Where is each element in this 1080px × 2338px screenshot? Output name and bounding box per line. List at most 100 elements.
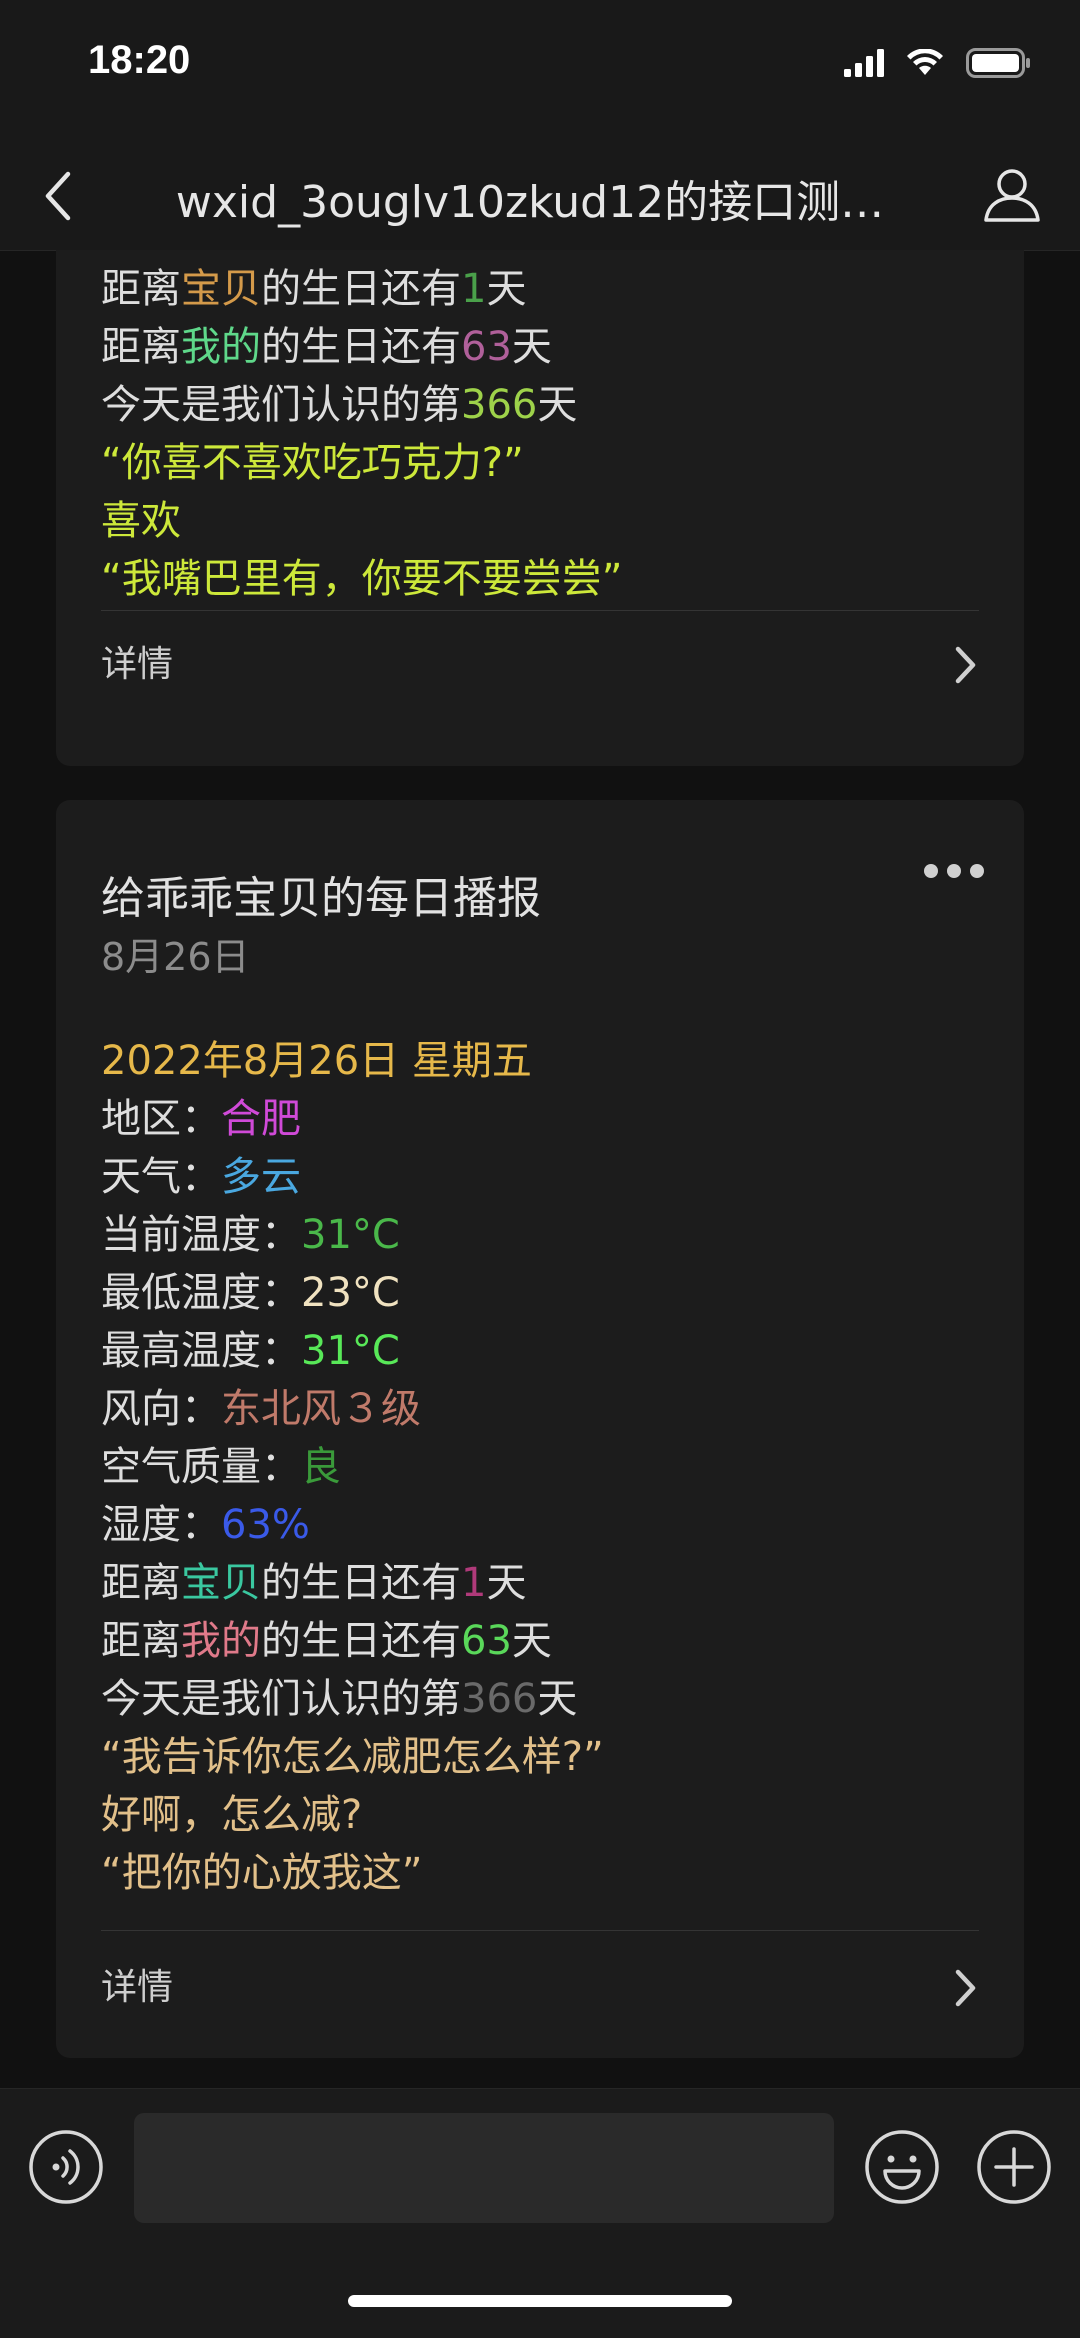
home-indicator: [348, 2295, 732, 2307]
detail-label: 详情: [101, 1967, 174, 2008]
text-segment: 东北风３级: [221, 1386, 421, 1432]
content-line: 最低温度：23°C: [101, 1264, 604, 1322]
text-segment: 天: [511, 1618, 552, 1664]
content-line: 当前温度：31°C: [101, 1206, 604, 1264]
content-line: 今天是我们认识的第366天: [101, 376, 622, 434]
signal-icon: [844, 49, 884, 77]
text-segment: 最高温度：: [101, 1328, 301, 1374]
card-title: 给乖乖宝贝的每日播报: [101, 873, 541, 924]
text-segment: 距离: [101, 1560, 181, 1606]
divider: [101, 1930, 979, 1931]
text-segment: 31°C: [301, 1212, 400, 1258]
content-line: 距离宝贝的生日还有1天: [101, 260, 622, 318]
card-content: 2022年8月26日 星期五 地区：合肥 天气：多云 当前温度：31°C 最低温度：23…: [101, 1032, 604, 1902]
text-segment: 天: [537, 1676, 578, 1722]
user-icon[interactable]: [980, 162, 1044, 226]
chat-title: wxid_3ouglv10zkud12的接口测…: [175, 177, 885, 228]
content-line: 2022年8月26日 星期五: [101, 1032, 604, 1090]
text-segment: 63: [461, 324, 512, 370]
text-segment: 良: [301, 1444, 341, 1490]
text-segment: 地区：: [101, 1096, 221, 1142]
message-card-daily-report[interactable]: 给乖乖宝贝的每日播报 8月26日 2022年8月26日 星期五 地区：合肥 天气：多…: [56, 800, 1024, 2058]
text-segment: 天: [486, 266, 527, 312]
input-bar: [0, 2088, 1080, 2338]
content-line: 空气质量：良: [101, 1438, 604, 1496]
divider: [101, 610, 979, 611]
text-segment: 最低温度：: [101, 1270, 301, 1316]
chevron-right-icon: [955, 1969, 976, 2007]
text-segment: 63: [461, 1618, 512, 1664]
text-segment: 今天是我们认识的第: [101, 1676, 461, 1722]
text-segment: 距离: [101, 266, 181, 312]
content-line: “你喜不喜欢吃巧克力?”: [101, 434, 622, 492]
text-segment: 距离: [101, 1618, 181, 1664]
text-segment: 的生日还有: [261, 1618, 461, 1664]
text-segment: 当前温度：: [101, 1212, 301, 1258]
status-time: 18:20: [88, 38, 191, 82]
back-icon[interactable]: [40, 168, 80, 224]
text-segment: 宝贝: [181, 266, 261, 312]
content-line: 天气：多云: [101, 1148, 604, 1206]
content-line: 喜欢: [101, 492, 622, 550]
text-segment: “我嘴巴里有，你要不要尝尝”: [101, 556, 623, 602]
voice-icon[interactable]: [28, 2129, 104, 2205]
content-line: “把你的心放我这”: [101, 1844, 604, 1902]
text-segment: 1: [461, 1560, 487, 1606]
text-segment: 23°C: [301, 1270, 400, 1316]
emoji-icon[interactable]: [864, 2129, 940, 2205]
text-segment: “你喜不喜欢吃巧克力?”: [101, 440, 524, 486]
text-segment: 合肥: [221, 1096, 301, 1142]
text-segment: 喜欢: [101, 498, 181, 544]
text-segment: 空气质量：: [101, 1444, 301, 1490]
text-segment: 我的: [181, 1618, 261, 1664]
text-segment: “我告诉你怎么减肥怎么样?”: [101, 1734, 604, 1780]
text-segment: 我的: [181, 324, 261, 370]
status-bar: 18:20: [0, 0, 1080, 140]
text-segment: 宝贝: [181, 1560, 261, 1606]
text-segment: 天气：: [101, 1154, 221, 1200]
card-content: 距离宝贝的生日还有1天 距离我的的生日还有63天 今天是我们认识的第366天 “你喜不…: [101, 260, 622, 608]
text-segment: 31°C: [301, 1328, 400, 1374]
message-feed[interactable]: 距离宝贝的生日还有1天 距离我的的生日还有63天 今天是我们认识的第366天 “你喜不…: [0, 250, 1080, 2088]
content-line: “我嘴巴里有，你要不要尝尝”: [101, 550, 622, 608]
text-segment: “把你的心放我这”: [101, 1850, 423, 1896]
content-line: 最高温度：31°C: [101, 1322, 604, 1380]
text-segment: 2022年8月26日 星期五: [101, 1038, 532, 1084]
nav-bar: wxid_3ouglv10zkud12的接口测…: [0, 140, 1080, 251]
text-segment: 好啊，怎么减?: [101, 1792, 363, 1838]
text-segment: 的生日还有: [261, 266, 461, 312]
content-line: 今天是我们认识的第366天: [101, 1670, 604, 1728]
text-segment: 天: [511, 324, 552, 370]
content-line: 距离我的的生日还有63天: [101, 318, 622, 376]
text-segment: 366: [461, 1676, 538, 1722]
detail-link[interactable]: 详情: [101, 1958, 979, 2018]
card-date: 8月26日: [101, 935, 250, 979]
content-line: 湿度：63%: [101, 1496, 604, 1554]
text-segment: 63%: [221, 1502, 310, 1548]
plus-icon[interactable]: [976, 2129, 1052, 2205]
more-icon[interactable]: [924, 864, 984, 878]
text-segment: 风向：: [101, 1386, 221, 1432]
text-segment: 湿度：: [101, 1502, 221, 1548]
wifi-icon: [907, 49, 943, 75]
detail-label: 详情: [101, 644, 174, 685]
content-line: 风向：东北风３级: [101, 1380, 604, 1438]
message-input[interactable]: [134, 2113, 834, 2223]
text-segment: 366: [461, 382, 538, 428]
chevron-right-icon: [955, 646, 976, 684]
text-segment: 的生日还有: [261, 324, 461, 370]
status-icons: [844, 48, 1032, 78]
text-segment: 多云: [221, 1154, 301, 1200]
content-line: 距离宝贝的生日还有1天: [101, 1554, 604, 1612]
text-segment: 距离: [101, 324, 181, 370]
message-card-previous[interactable]: 距离宝贝的生日还有1天 距离我的的生日还有63天 今天是我们认识的第366天 “你喜不…: [56, 250, 1024, 766]
content-line: “我告诉你怎么减肥怎么样?”: [101, 1728, 604, 1786]
text-segment: 天: [537, 382, 578, 428]
text-segment: 今天是我们认识的第: [101, 382, 461, 428]
content-line: 好啊，怎么减?: [101, 1786, 604, 1844]
battery-icon: [966, 48, 1030, 78]
text-segment: 的生日还有: [261, 1560, 461, 1606]
content-line: 地区：合肥: [101, 1090, 604, 1148]
detail-link[interactable]: 详情: [101, 635, 979, 695]
text-segment: 1: [461, 266, 487, 312]
